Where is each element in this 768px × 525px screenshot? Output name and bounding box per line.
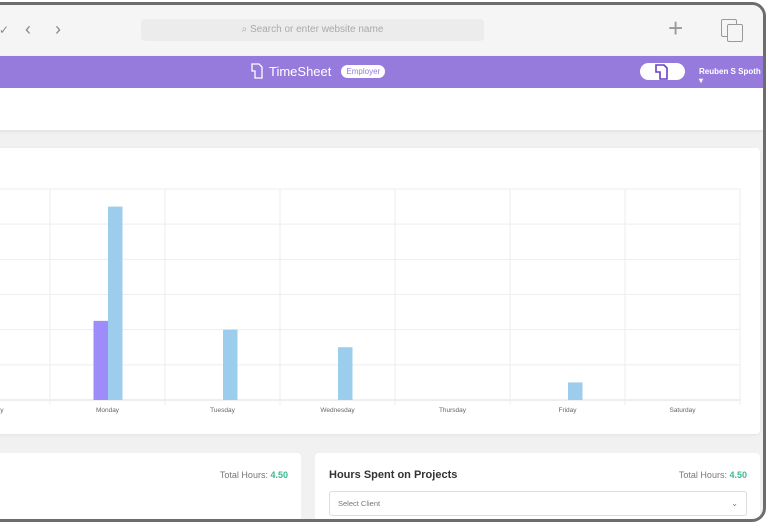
x-tick-label: Saturday <box>669 407 696 414</box>
user-name: Reuben S Spoth <box>699 67 761 76</box>
role-badge: Employer <box>341 64 386 78</box>
x-tick-label: Monday <box>96 407 120 414</box>
app-name: TimeSheet <box>269 63 332 79</box>
browser-toolbar: ✓ ‹ › ⌕ Search or enter website name + <box>0 5 763 55</box>
chevron-down-icon[interactable]: ✓ <box>0 23 9 37</box>
browser-window: ✓ ‹ › ⌕ Search or enter website name + T… <box>0 2 766 522</box>
new-tab-button[interactable]: + <box>668 13 683 44</box>
hours-card: Total Hours: 4.50 <box>0 453 301 519</box>
tabs-icon[interactable] <box>721 19 745 43</box>
projects-title: Hours Spent on Projects <box>329 469 458 481</box>
brand[interactable]: TimeSheet Employer <box>251 63 386 79</box>
chevron-down-icon: ⌄ <box>731 499 738 508</box>
app-header: TimeSheet Employer Reuben S Spoth ▾ <box>0 56 763 88</box>
bar <box>108 206 123 400</box>
address-placeholder: Search or enter website name <box>249 24 384 35</box>
chevron-down-icon: ▾ <box>699 76 704 85</box>
select-placeholder: Select Client <box>338 499 381 508</box>
x-tick-label: Wednesday <box>320 407 355 414</box>
x-tick-label: Thursday <box>439 407 467 414</box>
bar <box>93 320 108 400</box>
projects-card: Hours Spent on Projects Total Hours: 4.5… <box>315 453 760 519</box>
user-menu[interactable]: Reuben S Spoth ▾ <box>699 67 763 85</box>
weekly-hours-chart: Sunday Monday Tuesday Wednesday Thursday Frid… <box>0 188 741 414</box>
bar <box>338 347 353 400</box>
total-hours: Total Hours: 4.50 <box>219 470 288 480</box>
x-tick-label: Tuesday <box>210 407 235 414</box>
document-icon <box>655 64 668 80</box>
bar <box>568 382 583 400</box>
address-bar[interactable]: ⌕ Search or enter website name <box>141 19 484 41</box>
x-tick-label: Sunday <box>0 407 4 414</box>
total-hours: Total Hours: 4.50 <box>678 470 747 480</box>
bar <box>223 329 238 400</box>
back-button[interactable]: ‹ <box>25 19 31 40</box>
x-tick-label: Friday <box>558 407 577 414</box>
timesheet-logo-icon <box>251 63 263 79</box>
sub-header <box>0 88 763 130</box>
search-icon: ⌕ <box>241 24 250 35</box>
forward-button[interactable]: › <box>55 19 61 40</box>
mode-toggle[interactable] <box>640 63 685 80</box>
weekly-hours-chart-card: Sunday Monday Tuesday Wednesday Thursday Frid… <box>0 148 760 434</box>
client-select[interactable]: Select Client ⌄ <box>329 491 747 516</box>
